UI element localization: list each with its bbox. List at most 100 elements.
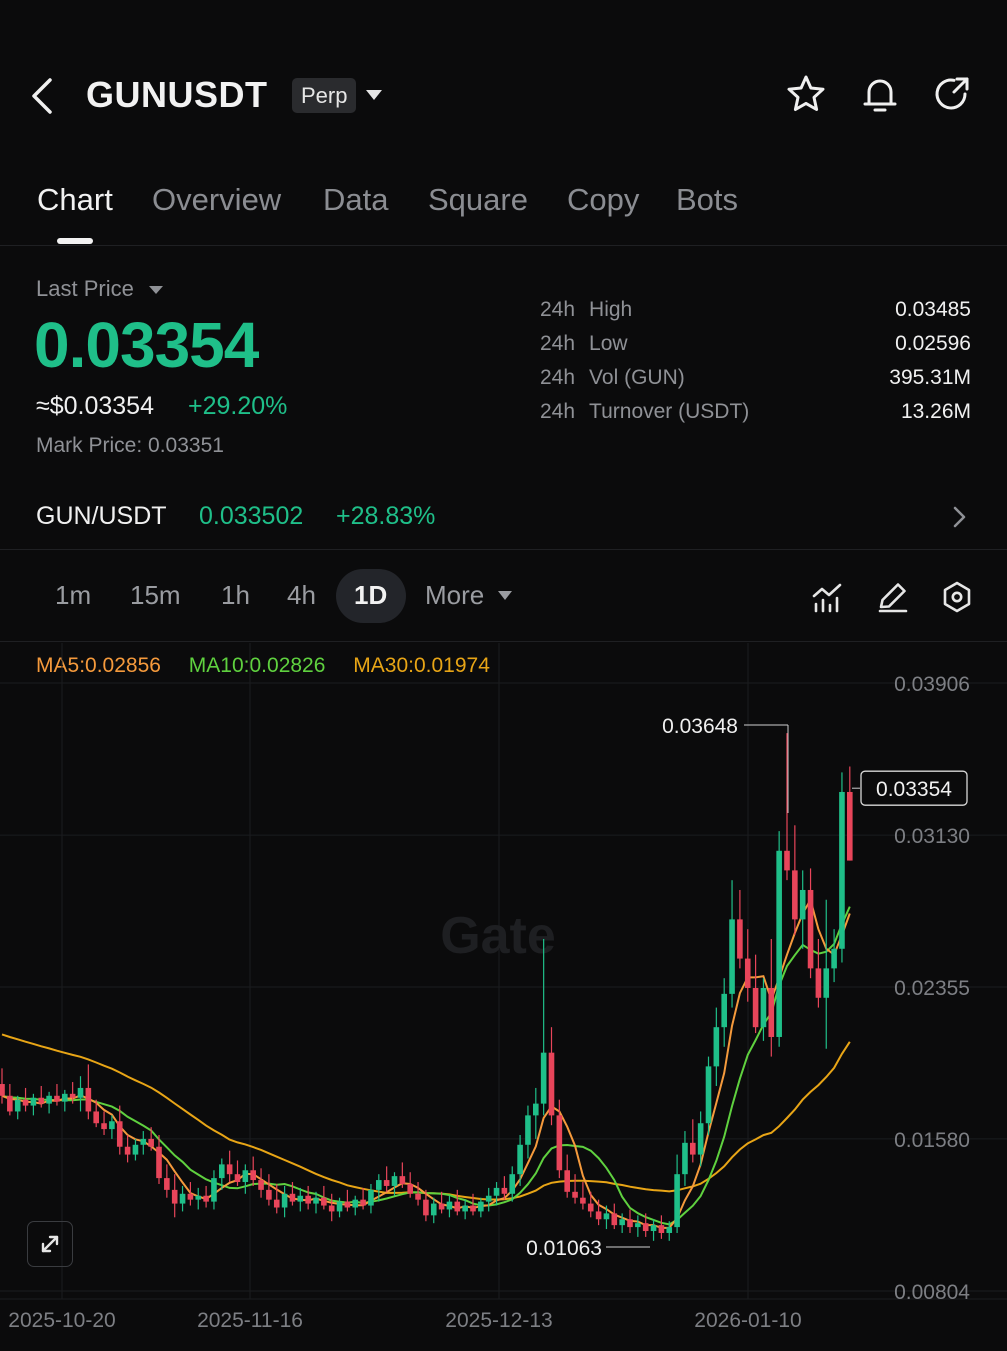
candlestick-chart[interactable]: Gate 0.03906 0.03130 0.02355 0.01580 0.00804 2… [0,643,1007,1351]
candle-body [250,1170,256,1181]
y-tick-label: 0.01580 [894,1129,970,1152]
more-caret-icon[interactable] [498,591,512,600]
candle-body [313,1197,319,1204]
pair-title[interactable]: GUNUSDT [86,74,268,116]
interval-more[interactable]: More [425,580,484,611]
candle-body [744,958,751,988]
candle-body [713,1027,720,1067]
indicator-icon[interactable] [810,580,844,614]
tab-data[interactable]: Data [323,182,388,218]
candle-body [305,1195,311,1204]
draw-pen-icon[interactable] [876,580,910,614]
candle-body [399,1176,406,1184]
top-bar: GUNUSDT Perp [0,0,1007,150]
candle-body [54,1095,60,1102]
candle-body [674,1174,680,1228]
candle-body [0,1084,5,1096]
low-annotation-label: 0.01063 [526,1237,602,1260]
candle-body [815,968,822,998]
y-tick-label: 0.03906 [894,673,970,696]
candle-body [336,1201,343,1212]
candle-body [109,1121,115,1130]
candle-body [226,1164,233,1175]
candle-body [77,1087,84,1098]
candle-body [376,1180,382,1190]
candle-body [493,1187,500,1196]
stat-low-label: 24h Low [540,332,628,355]
last-price: 0.03354 [34,309,259,381]
candle-body [760,987,767,1028]
candle-body [682,1142,688,1175]
candle-body [430,1203,437,1216]
y-tick-label: 0.03130 [894,825,970,848]
high-annotation-label: 0.03648 [662,715,738,738]
stat-volume-value: 395.31M [889,366,971,389]
price-change: +29.20% [188,392,288,420]
spot-change: +28.83% [336,502,436,530]
candle-body [831,948,837,969]
candle-body [525,1115,531,1145]
tab-bots[interactable]: Bots [676,182,738,218]
candle-body [62,1093,68,1102]
candle-body [289,1193,296,1202]
candle-body [171,1189,178,1204]
mark-price: Mark Price: 0.03351 [36,434,224,457]
y-tick-label: 0.00804 [894,1281,970,1304]
candle-body [705,1066,712,1124]
candle-body [485,1195,492,1202]
candle-body [572,1191,578,1198]
interval-4h[interactable]: 4h [287,580,316,611]
candle-body [737,919,743,959]
candle-body [124,1146,131,1155]
tab-chart[interactable]: Chart [37,182,113,218]
back-icon[interactable] [30,72,70,120]
candle-body [234,1174,241,1183]
candle-body [799,889,806,920]
last-price-caret-icon[interactable] [149,286,163,294]
candle-body [564,1170,570,1192]
bell-icon[interactable] [860,74,900,114]
candle-body [635,1223,641,1228]
usd-price: ≈$0.03354 [36,392,154,420]
settings-hexagon-icon[interactable] [940,580,974,614]
tab-overview[interactable]: Overview [152,182,281,218]
candle-body [611,1213,618,1226]
candle-body [478,1201,484,1212]
candle-body [219,1164,225,1179]
chevron-right-icon[interactable] [950,504,970,530]
candle-body [423,1199,429,1216]
x-tick-label: 2026-01-10 [694,1309,801,1332]
current-price-label: 0.03354 [876,778,952,801]
candle-body [101,1123,107,1130]
pair-dropdown-caret-icon[interactable] [366,90,382,100]
candle-body [697,1123,704,1155]
interval-1h[interactable]: 1h [221,580,250,611]
candle-body [266,1189,272,1200]
active-tab-indicator [57,238,93,244]
stat-turnover-value: 13.26M [900,400,971,423]
candle-body [69,1093,76,1098]
fullscreen-expand-icon[interactable] [27,1221,73,1267]
interval-15m[interactable]: 15m [130,580,181,611]
stat-low-value: 0.02596 [895,332,971,355]
candle-body [352,1199,359,1208]
candle-body [258,1180,264,1190]
candle-body [807,889,814,969]
candle-body [273,1199,280,1208]
stat-volume-label: 24h Vol (GUN) [540,366,685,389]
last-price-label[interactable]: Last Price [36,276,134,302]
candle-body [93,1111,99,1124]
candle-body [132,1144,139,1155]
interval-1m[interactable]: 1m [55,580,91,611]
spot-pair-row[interactable]: GUN/USDT 0.033502 +28.83% [0,490,1007,550]
perp-badge[interactable]: Perp [292,78,357,113]
candle-body [729,919,735,994]
ma5-line [1,897,851,1229]
star-icon[interactable] [786,74,826,114]
tab-square[interactable]: Square [428,182,528,218]
candle-body [666,1227,673,1233]
interval-1d[interactable]: 1D [354,580,387,611]
share-icon[interactable] [932,74,972,114]
tab-copy[interactable]: Copy [567,182,639,218]
candle-body [321,1197,327,1206]
